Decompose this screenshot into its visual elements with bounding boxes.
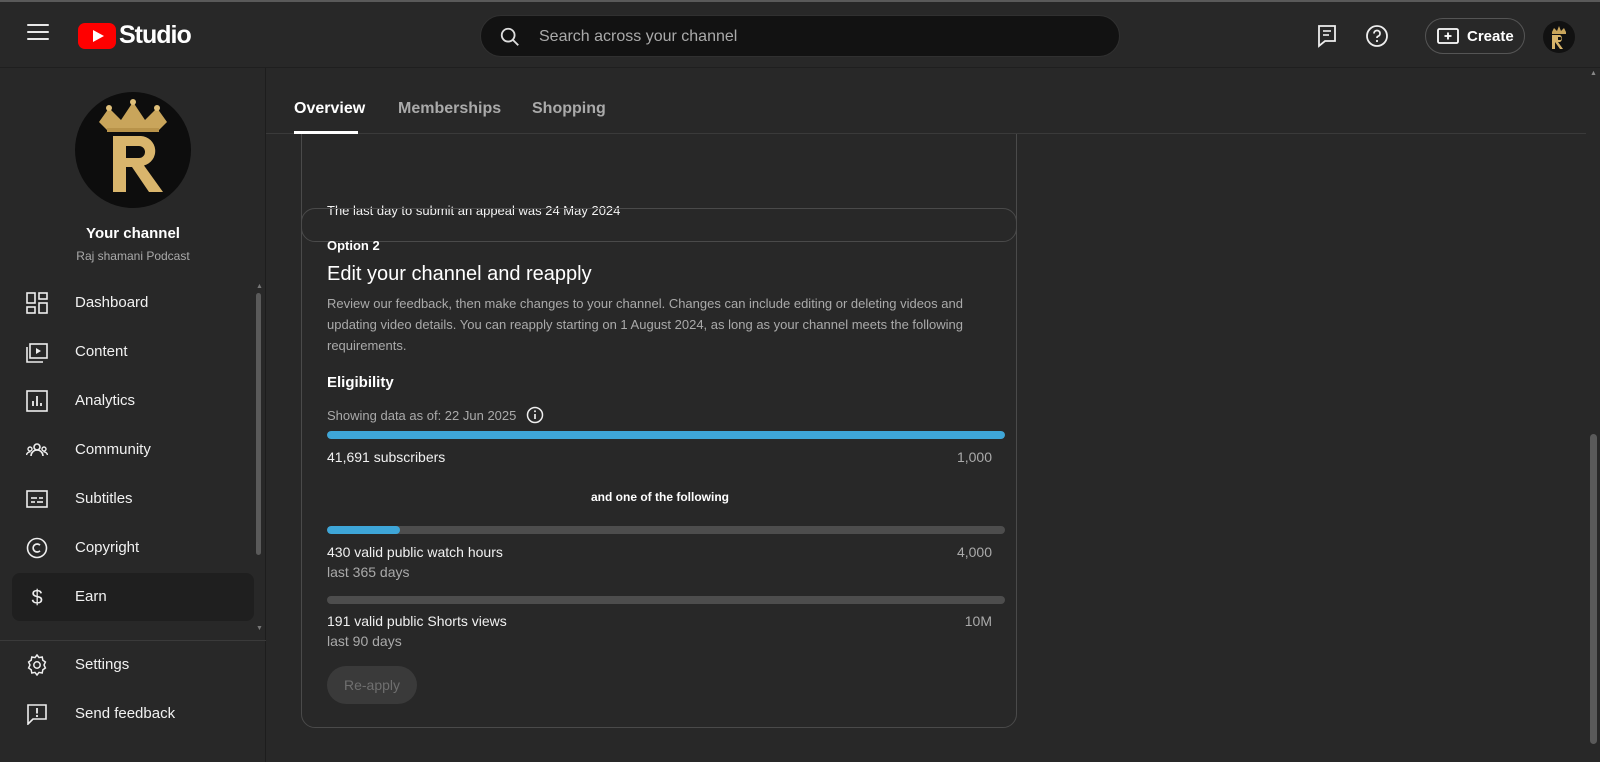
card-title: Edit your channel and reapply (327, 263, 592, 285)
sidebar-item-label: Earn (75, 588, 107, 605)
analytics-icon (26, 390, 48, 412)
subscribers-metric: 41,691 subscribers (327, 449, 446, 465)
tab-bar: Overview Memberships Shopping (266, 68, 1586, 134)
search-bar[interactable] (480, 15, 1120, 58)
sidebar-item-label: Send feedback (75, 705, 176, 722)
sidebar-item-label: Community (75, 441, 151, 458)
sidebar-item-label: Copyright (75, 539, 140, 556)
sidebar-item-subtitles[interactable]: Subtitles (12, 475, 254, 523)
help-icon[interactable] (1365, 24, 1389, 48)
search-input[interactable] (537, 16, 1101, 58)
and-one-of-following: and one of the following (591, 490, 729, 504)
subscribers-target: 1,000 (956, 449, 992, 465)
community-icon (26, 443, 48, 457)
menu-icon[interactable] (27, 24, 49, 44)
sidebar-item-label: Subtitles (75, 490, 133, 507)
main-content: The last day to submit an appeal was 24 … (266, 68, 1586, 762)
watch-hours-target: 4,000 (956, 544, 992, 560)
showing-data-row: Showing data as of: 22 Jun 2025 (327, 406, 544, 424)
tab-shopping[interactable]: Shopping (532, 100, 606, 118)
progress-fill (327, 431, 1005, 439)
sidebar-item-earn[interactable]: $ Earn (12, 573, 254, 621)
sidebar-item-label: Settings (75, 656, 130, 673)
studio-logo[interactable]: Studio (78, 21, 192, 50)
youtube-play-icon (78, 22, 116, 49)
sidebar-item-analytics[interactable]: Analytics (12, 377, 254, 425)
subtitles-icon (26, 490, 48, 508)
messages-icon[interactable] (1316, 24, 1338, 48)
settings-icon (27, 654, 47, 676)
page-scrollbar[interactable]: ▲ (1586, 68, 1600, 762)
channel-title: Your channel (86, 225, 180, 242)
shorts-views-period: last 90 days (327, 633, 402, 649)
sidebar-item-label: Dashboard (75, 294, 149, 311)
progress-fill (327, 526, 400, 534)
create-button[interactable]: Create (1425, 18, 1525, 54)
info-icon[interactable] (526, 406, 544, 424)
dashboard-icon (26, 292, 48, 314)
copyright-icon (26, 537, 48, 559)
tab-memberships[interactable]: Memberships (398, 100, 501, 118)
channel-avatar[interactable] (75, 92, 191, 208)
option-label: Option 2 (327, 238, 380, 253)
earn-icon: $ (31, 587, 42, 608)
add-video-icon (1437, 28, 1459, 44)
top-bar: Studio Create (0, 2, 1600, 68)
shorts-views-progress-bar (327, 596, 1005, 604)
search-icon[interactable] (499, 26, 521, 48)
sidebar-item-community[interactable]: Community (12, 426, 254, 474)
option-2-card: Option 2 Edit your channel and reapply R… (301, 208, 1017, 728)
svg-text:$: $ (31, 587, 42, 608)
feedback-icon (27, 704, 47, 725)
active-tab-indicator (294, 131, 358, 134)
account-avatar[interactable] (1543, 21, 1575, 53)
watch-hours-progress-bar (327, 526, 1005, 534)
card-description: Review our feedback, then make changes t… (327, 296, 963, 353)
shorts-views-target: 10M (964, 613, 992, 629)
shorts-views-metric: 191 valid public Shorts views (327, 613, 507, 629)
sidebar-item-label: Analytics (75, 392, 136, 409)
reapply-button[interactable]: Re-apply (327, 666, 417, 704)
channel-name: Raj shamani Podcast (76, 249, 190, 263)
sidebar-item-content[interactable]: Content (12, 328, 254, 376)
scroll-down-arrow-icon[interactable]: ▼ (256, 625, 263, 632)
scrollbar-thumb[interactable] (1590, 434, 1597, 744)
sidebar-scrollbar[interactable]: ▲ ▼ (256, 283, 263, 633)
watch-hours-period: last 365 days (327, 564, 410, 580)
sidebar-item-settings[interactable]: Settings (12, 641, 254, 689)
sidebar: Your channel Raj shamani Podcast Dashboa… (0, 68, 266, 762)
sidebar-item-dashboard[interactable]: Dashboard (12, 279, 254, 327)
sidebar-item-label: Content (75, 343, 128, 360)
eligibility-heading: Eligibility (327, 374, 394, 391)
scroll-up-arrow-icon[interactable]: ▲ (256, 283, 263, 290)
watch-hours-metric: 430 valid public watch hours (327, 544, 503, 560)
scroll-up-arrow-icon[interactable]: ▲ (1590, 70, 1597, 77)
showing-data-text: Showing data as of: 22 Jun 2025 (327, 407, 517, 423)
subscribers-progress-bar (327, 431, 1005, 439)
sidebar-item-send-feedback[interactable]: Send feedback (12, 690, 254, 738)
tab-overview[interactable]: Overview (294, 100, 365, 118)
content-icon (26, 343, 48, 363)
sidebar-item-copyright[interactable]: Copyright (12, 524, 254, 572)
create-label: Create (1467, 27, 1514, 45)
logo-text: Studio (119, 21, 192, 49)
scrollbar-thumb[interactable] (256, 293, 261, 555)
